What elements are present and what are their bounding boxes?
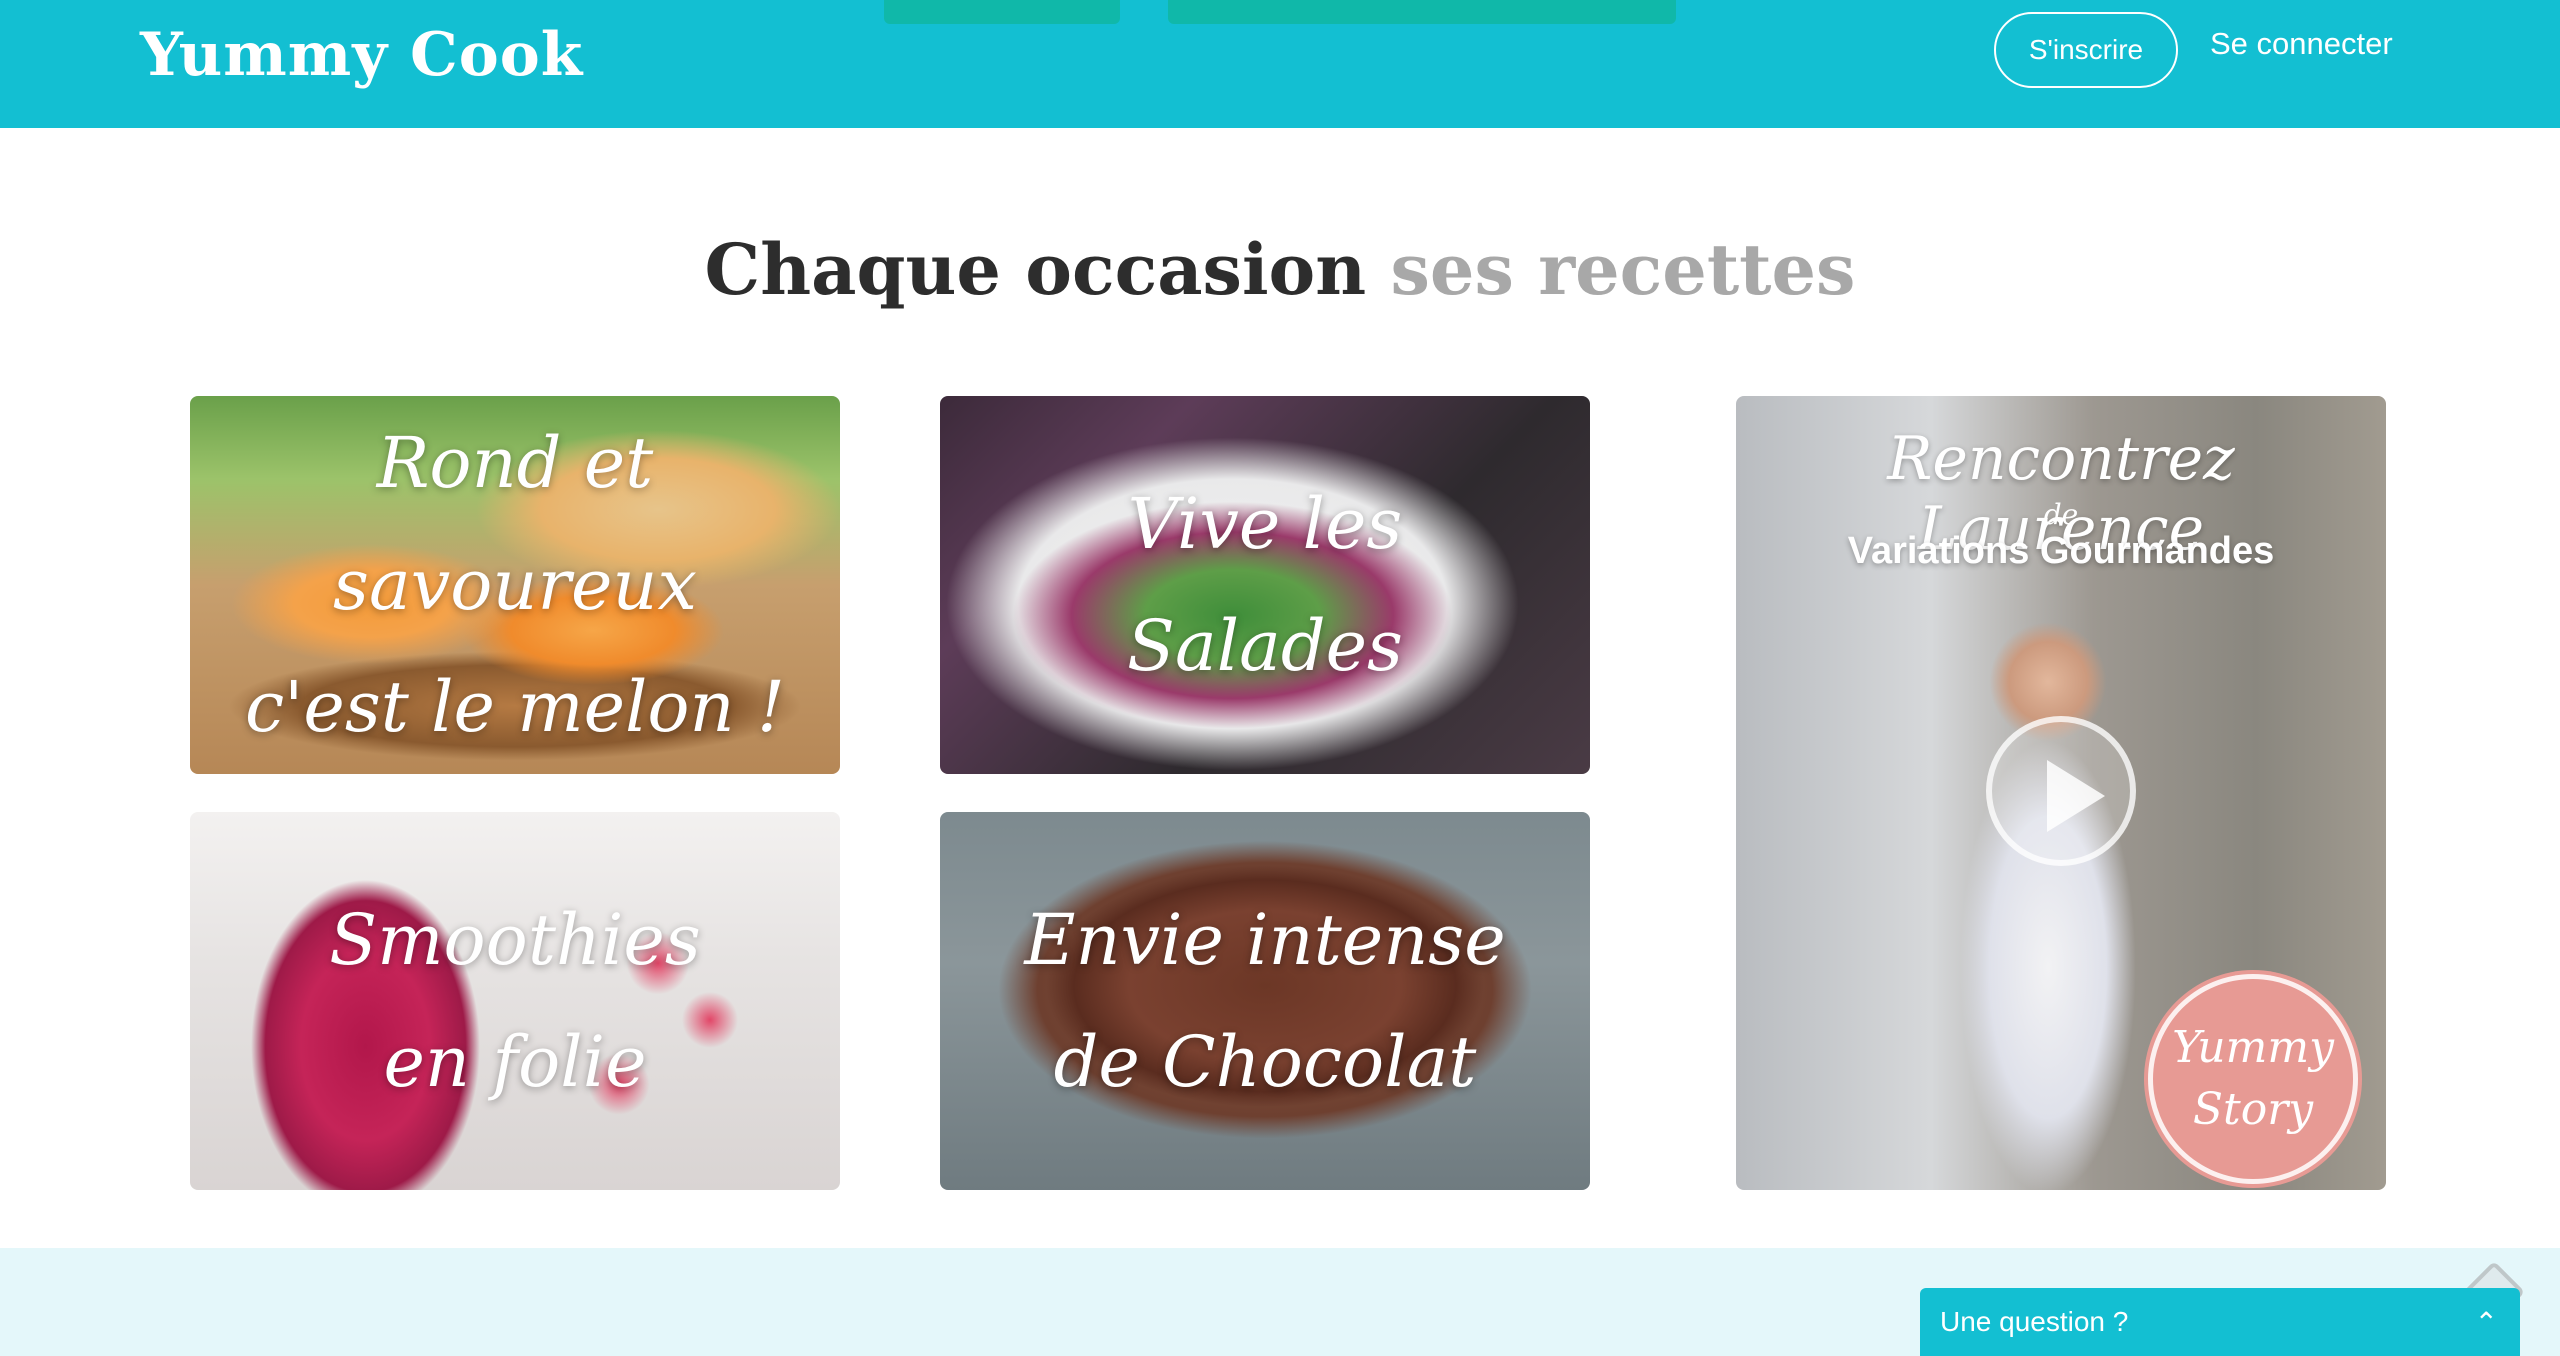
recipe-card-salads[interactable]: Vive les Salades	[940, 396, 1590, 774]
top-navbar: Yummy Cook S'inscrire Se connecter	[0, 0, 2560, 128]
card-title-line2: c'est le melon !	[244, 666, 786, 748]
chat-label: Une question ?	[1940, 1306, 2129, 1337]
recipe-card-melon[interactable]: Rond et savoureux c'est le melon !	[190, 396, 840, 774]
section-title: Chaque occasion ses recettes	[0, 228, 2560, 311]
nav-tab-faded	[884, 0, 1120, 24]
video-subtitle: Variations Gourmandes	[1847, 530, 2275, 572]
badge-line1: Yummy	[2172, 1022, 2334, 1073]
play-icon[interactable]	[1986, 716, 2136, 866]
card-title-line1: Smoothies	[329, 899, 701, 981]
section-title-dark: Chaque occasion	[704, 228, 1367, 311]
recipe-card-chocolate[interactable]: Envie intense de Chocolat	[940, 812, 1590, 1190]
section-title-light: ses recettes	[1390, 228, 1856, 311]
card-title-line1: Rond et savoureux	[333, 422, 697, 626]
card-title-line1: Envie intense	[1024, 899, 1506, 981]
video-title-de: de	[2043, 498, 2079, 531]
video-card-yummy-story[interactable]: Rencontrez Laurence de Variations Gourma…	[1736, 396, 2386, 1190]
card-title-line2: de Chocolat	[1053, 1021, 1477, 1103]
card-title-line2: Salades	[1127, 605, 1403, 687]
recipe-card-smoothies[interactable]: Smoothies en folie	[190, 812, 840, 1190]
badge-line2: Story	[2192, 1084, 2314, 1135]
nav-tab-faded	[1168, 0, 1676, 24]
card-title-line1: Vive les	[1127, 483, 1403, 565]
login-link[interactable]: Se connecter	[2210, 26, 2393, 62]
brand-logo[interactable]: Yummy Cook	[140, 20, 583, 90]
chat-widget[interactable]: Une question ? ⌃	[1920, 1288, 2520, 1356]
yummy-story-badge: Yummy Story	[2148, 974, 2358, 1184]
signup-button[interactable]: S'inscrire	[1994, 12, 2178, 88]
card-title-line2: en folie	[383, 1021, 647, 1103]
chevron-up-icon[interactable]: ⌃	[2475, 1306, 2498, 1339]
